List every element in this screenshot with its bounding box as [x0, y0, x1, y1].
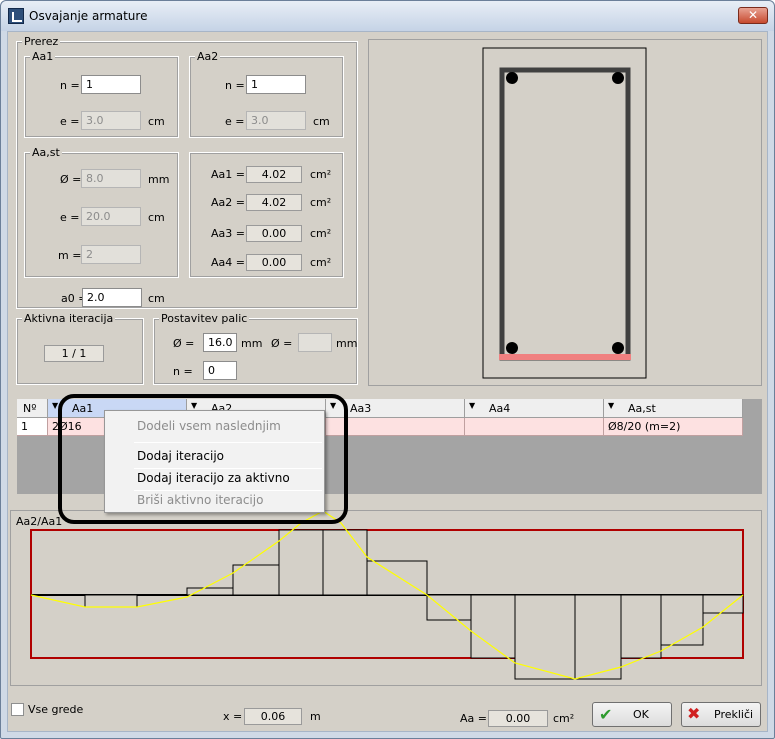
aast-d-input: 8.0 [81, 169, 141, 188]
aast-m-label: m = [58, 249, 82, 262]
section-preview [368, 39, 762, 386]
cancel-button[interactable]: ✖ Prekliči [681, 702, 761, 727]
areas-group: Aa1 = 4.02 cm² Aa2 = 4.02 cm² Aa3 = 0.00… [189, 152, 344, 278]
aast-e-input: 20.0 [81, 207, 141, 226]
dialog-window: Osvajanje armature ✕ Prerez Aa1 n = 1 e … [0, 0, 775, 739]
aa2-n-label: n = [225, 79, 245, 92]
aa2-e-label: e = [225, 115, 245, 128]
col-header-no[interactable]: Nº [17, 399, 48, 418]
cell-aast[interactable]: Ø8/20 (m=2) [604, 418, 743, 436]
bottom-rebar-zone [499, 354, 631, 360]
dialog-client: Prerez Aa1 n = 1 e = 3.0 cm Aa2 n = 1 e … [7, 31, 768, 732]
aa1-label: Aa1 [30, 50, 56, 63]
area-aa3-unit: cm² [310, 227, 332, 240]
rebar-top-right [612, 72, 624, 84]
diagram-bars [84, 529, 744, 680]
aktivna-iteracija-label: Aktivna iteracija [22, 312, 116, 325]
postavitev-d2-input [298, 333, 332, 352]
stirrup-shape [499, 67, 631, 361]
area-aa4-unit: cm² [310, 256, 332, 269]
x-unit: m [310, 710, 321, 723]
postavitev-d1-unit: mm [241, 337, 263, 350]
area-aa2-unit: cm² [310, 196, 332, 209]
annotation-highlight [58, 394, 348, 524]
diagram-svg[interactable] [11, 511, 763, 687]
a0-unit: cm [148, 292, 165, 305]
close-button[interactable]: ✕ [738, 7, 768, 24]
moment-diagram-panel: Aa2/Aa1 [10, 510, 762, 686]
aast-group: Aa,st Ø = 8.0 mm e = 20.0 cm m = 2 [24, 146, 179, 278]
area-aa3-label: Aa3 = [211, 227, 245, 240]
postavitev-d2-unit: mm [336, 337, 358, 350]
rebar-bottom-right [612, 342, 624, 354]
postavitev-d2-label: Ø = [271, 337, 293, 350]
a0-input[interactable]: 2.0 [82, 288, 142, 307]
aast-label: Aa,st [30, 146, 62, 159]
aktivna-iteracija-group: Aktivna iteracija 1 / 1 [16, 312, 144, 385]
aast-e-label: e = [60, 211, 80, 224]
vse-grede-checkbox[interactable] [11, 703, 24, 716]
area-aa2-label: Aa2 = [211, 196, 245, 209]
aktivna-iteracija-value: 1 / 1 [44, 345, 104, 362]
aa1-group: Aa1 n = 1 e = 3.0 cm [24, 50, 179, 138]
area-aa2-value: 4.02 [246, 194, 302, 211]
aa1-e-unit: cm [148, 115, 165, 128]
aa1-n-input[interactable]: 1 [81, 75, 141, 94]
postavitev-d1-label: Ø = [173, 337, 195, 350]
aa2-e-input: 3.0 [246, 111, 306, 130]
x-value: 0.06 [244, 708, 302, 725]
postavitev-n-label: n = [173, 365, 193, 378]
area-aa1-unit: cm² [310, 168, 332, 181]
prerez-label: Prerez [22, 35, 61, 48]
area-aa1-value: 4.02 [246, 166, 302, 183]
aast-d-unit: mm [148, 173, 170, 186]
app-icon [8, 8, 24, 24]
prerez-group: Prerez Aa1 n = 1 e = 3.0 cm Aa2 n = 1 e … [16, 35, 358, 309]
area-aa4-value: 0.00 [246, 254, 302, 271]
aa1-e-label: e = [60, 115, 80, 128]
rebar-bottom-left [506, 342, 518, 354]
postavitev-palic-group: Postavitev palic Ø = 16.0 mm Ø = mm n = … [153, 312, 358, 385]
aast-e-unit: cm [148, 211, 165, 224]
area-aa1-label: Aa1 = [211, 168, 245, 181]
postavitev-d1-input[interactable]: 16.0 [203, 333, 237, 352]
check-icon: ✔ [599, 705, 613, 724]
concrete-outline [482, 47, 647, 379]
filter-arrow-icon[interactable]: ▼ [608, 401, 614, 410]
x-label: x = [223, 710, 243, 723]
window-title: Osvajanje armature [29, 9, 148, 23]
aa1-e-input: 3.0 [81, 111, 141, 130]
aast-m-input: 2 [81, 245, 141, 264]
area-aa4-label: Aa4 = [211, 256, 245, 269]
aa1-n-label: n = [60, 79, 80, 92]
aa-value: 0.00 [488, 710, 548, 727]
rebar-top-left [506, 72, 518, 84]
area-aa3-value: 0.00 [246, 225, 302, 242]
section-drawing [482, 47, 647, 379]
cell-aa4[interactable] [465, 418, 604, 436]
aa2-e-unit: cm [313, 115, 330, 128]
ok-button[interactable]: ✔ OK [592, 702, 672, 727]
postavitev-n-input[interactable]: 0 [203, 361, 237, 380]
filter-arrow-icon[interactable]: ▼ [469, 401, 475, 410]
aa2-n-input[interactable]: 1 [246, 75, 306, 94]
aa-label: Aa = [460, 712, 487, 725]
col-header-aast[interactable]: ▼ Aa,st [604, 399, 743, 418]
cancel-icon: ✖ [687, 704, 701, 723]
postavitev-palic-label: Postavitev palic [159, 312, 250, 325]
title-bar: Osvajanje armature ✕ [1, 1, 774, 31]
aa-unit: cm² [553, 712, 575, 725]
vse-grede-label: Vse grede [28, 703, 84, 716]
cell-no[interactable]: 1 [17, 418, 48, 436]
aa2-label: Aa2 [195, 50, 221, 63]
col-header-aa4[interactable]: ▼ Aa4 [465, 399, 604, 418]
aast-d-label: Ø = [60, 173, 82, 186]
aa2-group: Aa2 n = 1 e = 3.0 cm [189, 50, 344, 138]
